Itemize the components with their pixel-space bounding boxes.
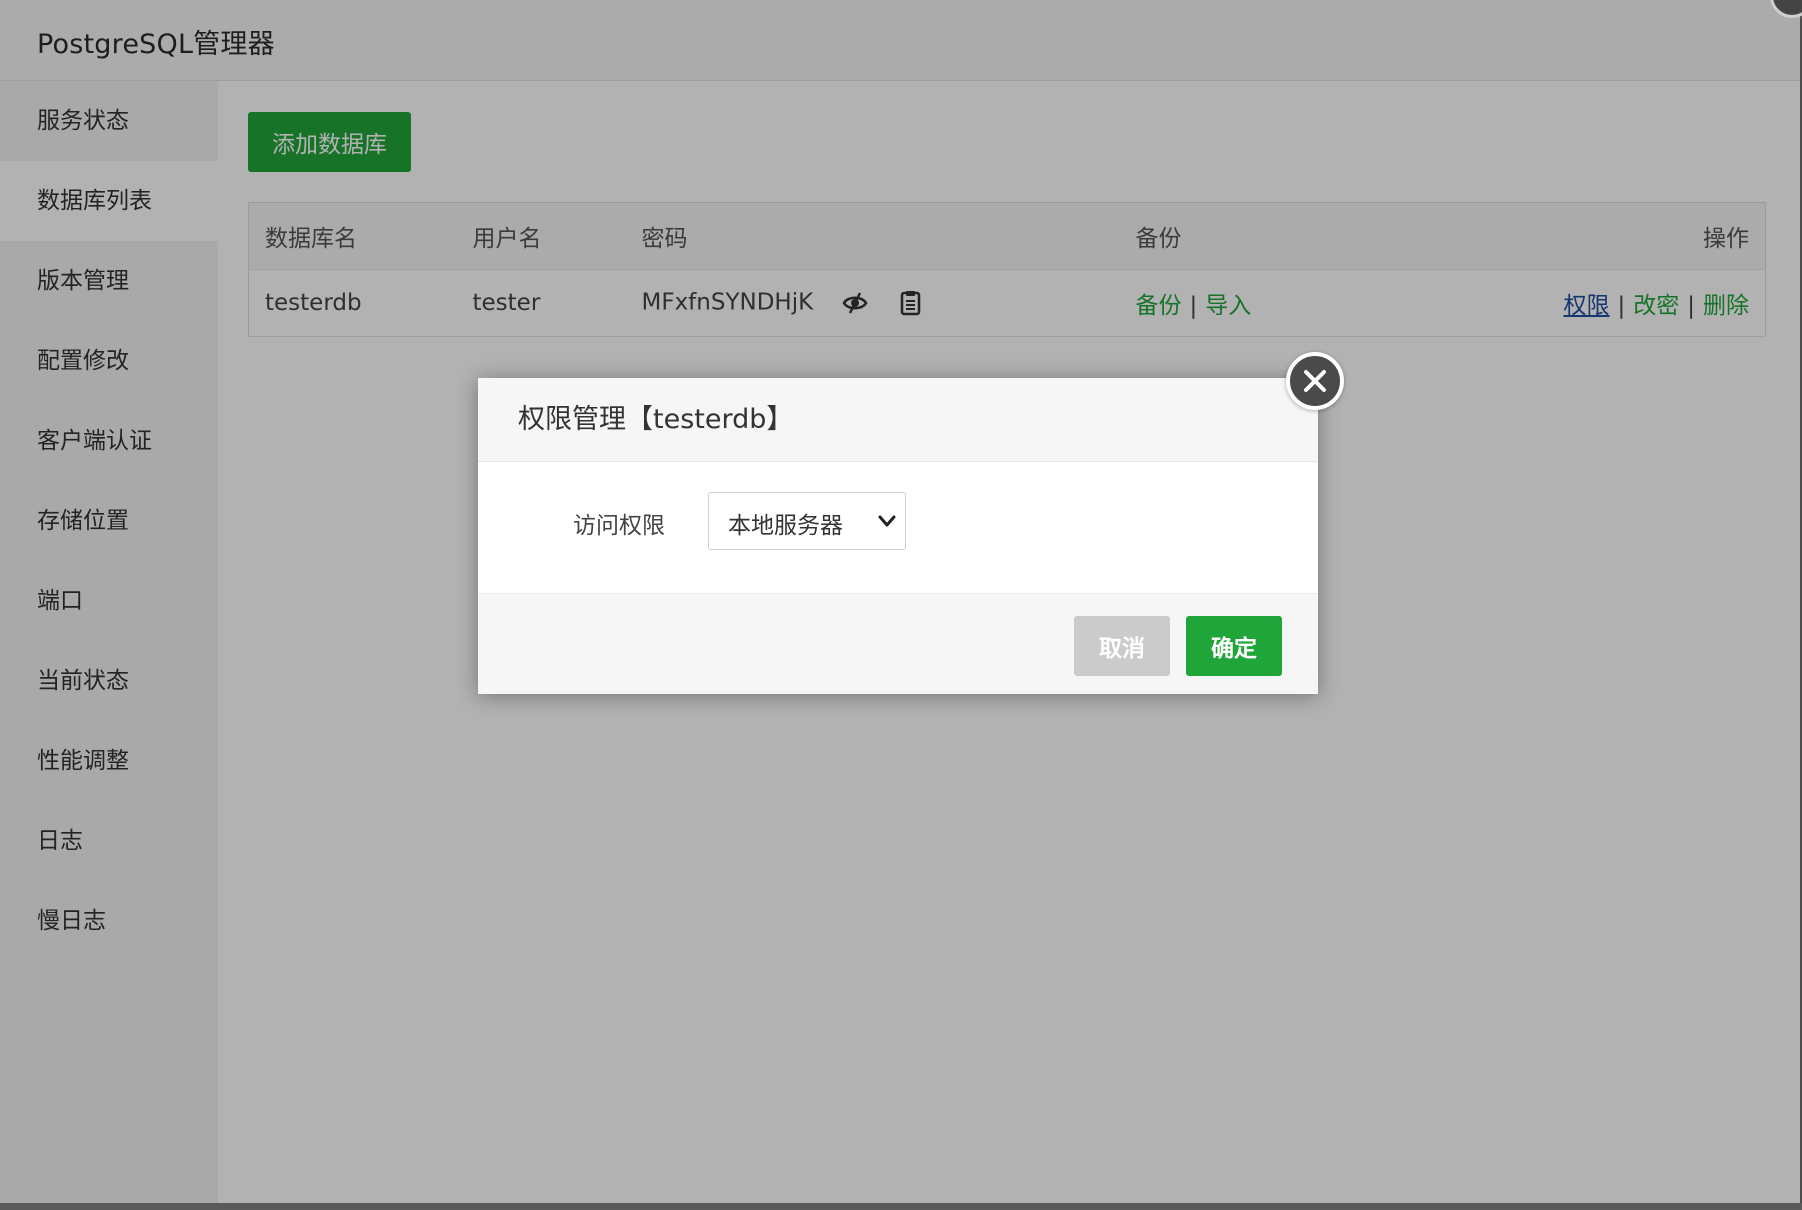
cancel-button[interactable]: 取消 bbox=[1074, 616, 1170, 676]
chevron-down-icon bbox=[878, 515, 896, 527]
access-permission-label: 访问权限 bbox=[573, 513, 665, 539]
close-icon[interactable] bbox=[1286, 352, 1344, 410]
bottom-edge bbox=[0, 1203, 1802, 1210]
dialog-body: 访问权限 本地服务器 bbox=[478, 462, 1318, 592]
access-permission-select[interactable]: 本地服务器 bbox=[708, 492, 906, 550]
confirm-button[interactable]: 确定 bbox=[1186, 616, 1282, 676]
permission-dialog: 权限管理【testerdb】 访问权限 本地服务器 取消 确定 bbox=[478, 378, 1318, 694]
dialog-footer: 取消 确定 bbox=[478, 593, 1318, 694]
dialog-title: 权限管理【testerdb】 bbox=[478, 378, 1318, 462]
select-value: 本地服务器 bbox=[728, 513, 843, 539]
